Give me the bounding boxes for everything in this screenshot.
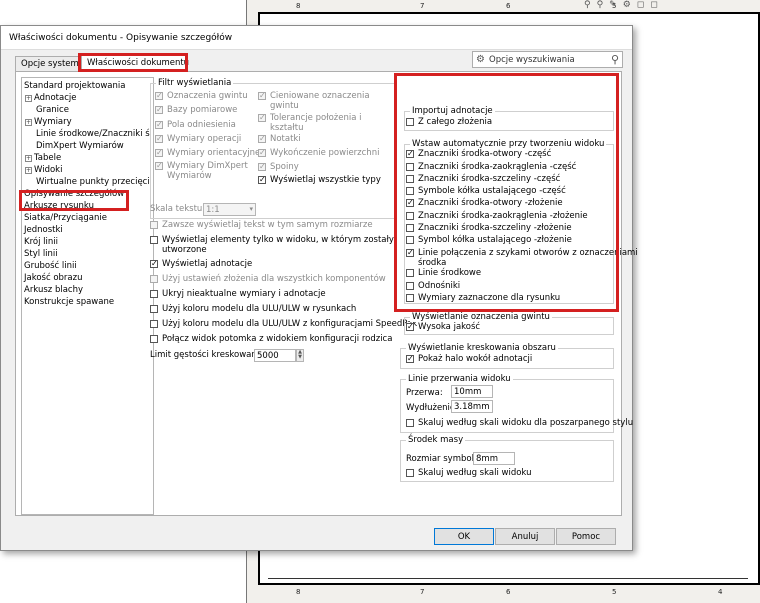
group-title: Filtr wyświetlania — [156, 78, 234, 88]
ruler-number: 4 — [718, 588, 723, 596]
chevron-down-icon: ▾ — [249, 205, 253, 213]
group-title: Wyświetlanie oznaczenia gwintu — [410, 312, 552, 322]
tree-item-weldments[interactable]: Konstrukcje spawane — [24, 297, 114, 307]
tree-item-centerlines[interactable]: Linie środkowe/Znaczniki ś — [36, 129, 150, 139]
tree-item-image-quality[interactable]: Jakość obrazu — [24, 273, 83, 283]
symbol-size-label: Rozmiar symbolu: — [406, 454, 483, 464]
tree-item-design-standard[interactable]: Standard projektowania — [24, 81, 125, 91]
tab-system-options[interactable]: Opcje systemu — [15, 56, 84, 72]
highlight-detailing-item — [19, 190, 129, 211]
tree-item-line-thickness[interactable]: Grubość linii — [24, 261, 77, 271]
drawing-bottom-ruler: 8 7 6 5 4 — [258, 588, 760, 598]
tree-item-dimxpert[interactable]: DimXpert Wymiarów — [36, 141, 124, 151]
expand-icon: + — [25, 155, 32, 162]
gap-input[interactable]: 10mm — [451, 385, 493, 398]
group-title: Środek masy — [406, 435, 466, 445]
ruler-number: 8 — [296, 2, 301, 10]
expand-icon: + — [25, 119, 32, 126]
help-button[interactable]: Pomoc — [556, 528, 616, 545]
tree-item-tables[interactable]: + Tabele — [25, 153, 61, 163]
tree-item-sheet-metal[interactable]: Arkusz blachy — [24, 285, 83, 295]
hatch-density-input[interactable]: 5000 — [254, 349, 296, 362]
ruler-number: 8 — [296, 588, 301, 596]
text-scale-select[interactable]: 1:1 ▾ — [203, 203, 256, 216]
dialog-title: Właściwości dokumentu - Opisywanie szcze… — [1, 26, 632, 50]
tree-item-units[interactable]: Jednostki — [24, 225, 63, 235]
tree-item-borders[interactable]: Granice — [36, 105, 69, 115]
ruler-number: 6 — [506, 588, 511, 596]
expand-icon: + — [25, 167, 32, 174]
tree-item-annotations[interactable]: + Adnotacje — [25, 93, 76, 103]
ruler-number: 7 — [420, 588, 425, 596]
search-options-box[interactable]: ⚙ Opcje wyszukiwania ⚲ — [472, 51, 623, 68]
symbol-size-input[interactable]: 8mm — [473, 452, 515, 465]
group-title: Wyświetlanie kreskowania obszaru — [406, 343, 558, 353]
text-scale-label: Skala tekstu: — [150, 204, 206, 214]
expand-icon: + — [25, 95, 32, 102]
drawing-bottom-line — [268, 578, 748, 579]
search-input[interactable]: Opcje wyszukiwania — [489, 55, 575, 65]
tree-item-line-font[interactable]: Krój linii — [24, 237, 58, 247]
hatch-density-label: Limit gęstości kreskowania: — [150, 350, 268, 360]
tree-item-line-style[interactable]: Styl linii — [24, 249, 58, 259]
ruler-number: 7 — [420, 2, 425, 10]
tree-item-views[interactable]: + Widoki — [25, 165, 62, 175]
ruler-number: 5 — [612, 588, 617, 596]
hatch-density-spinner[interactable]: ▲ ▼ — [296, 349, 304, 362]
options-tree[interactable]: Standard projektowania + Adnotacje Granic… — [21, 77, 154, 515]
tree-item-virtual-sharps[interactable]: Wirtualne punkty przecięci — [36, 177, 150, 187]
toolbar-icons: ⚲⚲✎⚙◻◻ — [584, 0, 664, 10]
extension-input[interactable]: 3.18mm — [451, 400, 493, 413]
search-icon[interactable]: ⚲ — [611, 53, 619, 66]
ruler-number: 6 — [506, 2, 511, 10]
tree-item-grid-snap[interactable]: Siatka/Przyciąganie — [24, 213, 107, 223]
highlight-annotation-options — [394, 73, 619, 312]
group-title: Linie przerwania widoku — [406, 374, 513, 384]
tree-item-dimensions[interactable]: + Wymiary — [25, 117, 72, 127]
cancel-button[interactable]: Anuluj — [495, 528, 555, 545]
gap-label: Przerwa: — [406, 388, 443, 398]
gear-icon: ⚙ — [476, 54, 485, 65]
highlight-document-properties-tab — [78, 53, 188, 72]
ok-button[interactable]: OK — [434, 528, 494, 545]
